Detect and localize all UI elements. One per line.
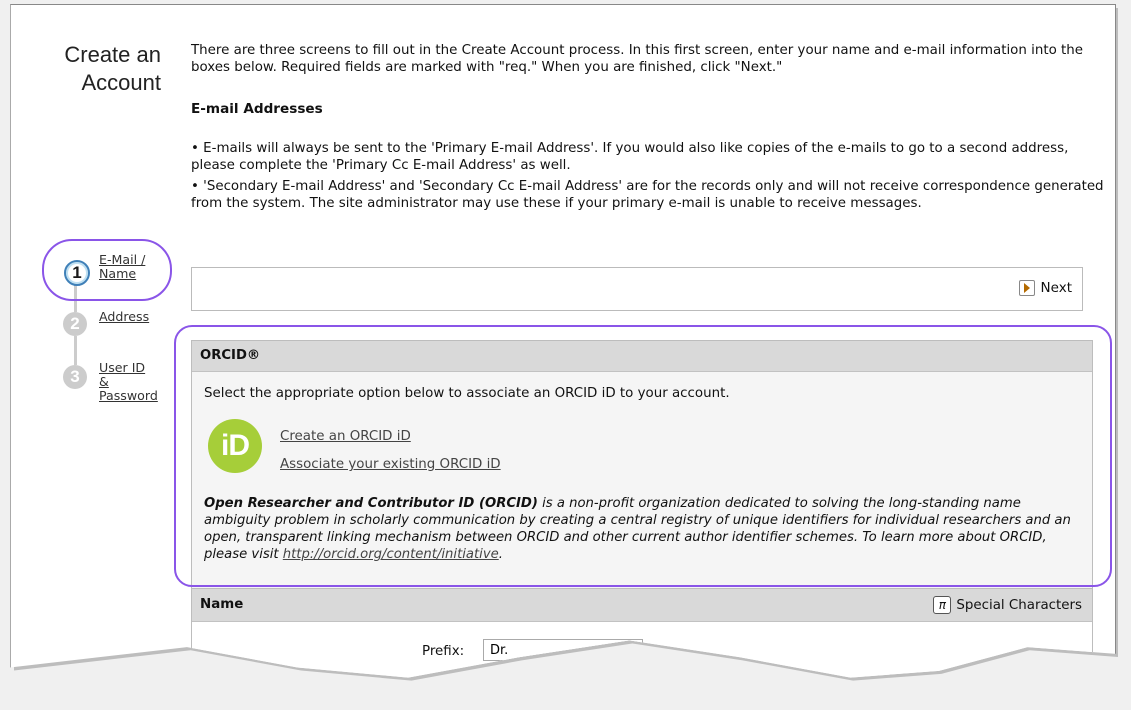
- step-1-highlight-annotation: [42, 239, 172, 301]
- email-note-1: • E-mails will always be sent to the 'Pr…: [191, 141, 1069, 173]
- page-sheet: Create an Account There are three screen…: [10, 4, 1116, 678]
- next-button[interactable]: Next: [1018, 280, 1072, 296]
- step-3-label-line3: Password: [99, 388, 158, 403]
- name-header: Name π Special Characters: [192, 589, 1092, 622]
- orcid-highlight-annotation: [174, 325, 1112, 587]
- page-title-line2: Account: [81, 70, 162, 95]
- special-characters-label: Special Characters: [956, 597, 1082, 613]
- step-2-label: Address: [99, 309, 150, 324]
- intro-text: There are three screens to fill out in t…: [191, 43, 1083, 75]
- page-title-line1: Create an: [64, 42, 161, 67]
- email-addresses-heading: E-mail Addresses: [191, 101, 323, 117]
- pi-icon: π: [933, 596, 952, 614]
- name-section-title: Name: [200, 597, 244, 612]
- special-characters-button[interactable]: π Special Characters: [933, 596, 1082, 614]
- page-title: Create an Account: [51, 41, 161, 97]
- step-connector: [74, 336, 77, 365]
- next-arrow-icon: [1018, 280, 1035, 296]
- prefix-label: Prefix:: [422, 644, 465, 659]
- step-3-indicator: 3: [63, 365, 87, 389]
- step-link-userid-password[interactable]: User ID & Password: [99, 361, 169, 403]
- next-label: Next: [1040, 280, 1072, 296]
- navigation-bar: Next: [191, 267, 1083, 311]
- step-3-label-line2: &: [99, 374, 109, 389]
- step-3-label-line1: User ID: [99, 360, 146, 375]
- step-link-address[interactable]: Address: [99, 310, 149, 324]
- email-note-2: • 'Secondary E-mail Address' and 'Second…: [191, 179, 1104, 211]
- name-panel: Name π Special Characters Prefix:: [191, 588, 1093, 678]
- step-2-indicator: 2: [63, 312, 87, 336]
